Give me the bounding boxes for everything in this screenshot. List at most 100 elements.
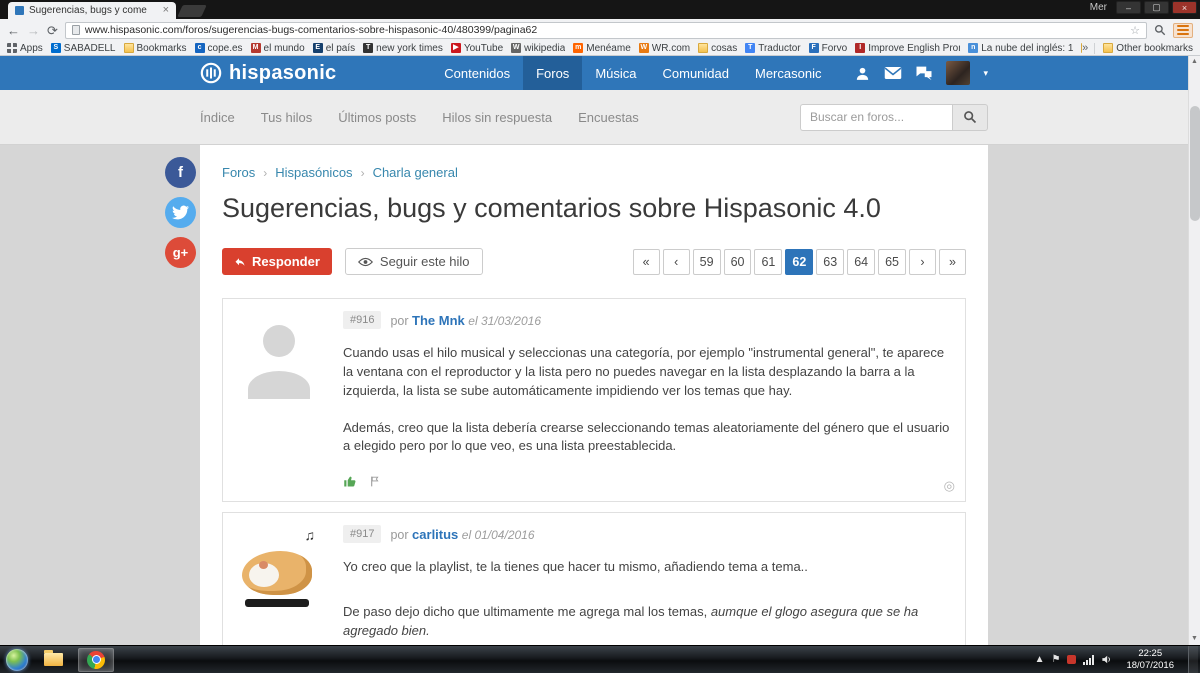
bookmark-sabadell[interactable]: SSABADELL xyxy=(51,43,116,54)
minimize-button[interactable]: – xyxy=(1116,1,1141,14)
page-title: Sugerencias, bugs y comentarios sobre Hi… xyxy=(222,193,966,224)
bookmark-el-mundo[interactable]: Mel mundo xyxy=(251,43,305,54)
pagination-61[interactable]: 61 xyxy=(754,249,782,275)
maximize-button[interactable]: ▢ xyxy=(1144,1,1169,14)
hidden-icons-button[interactable]: ▲ xyxy=(1035,655,1045,665)
like-button[interactable] xyxy=(343,474,358,489)
bookmark-la-nube-del-inglés-11[interactable]: nLa nube del inglés: 11 xyxy=(968,43,1073,54)
bookmark-youtube[interactable]: ▶YouTube xyxy=(451,43,503,54)
pagination-[interactable]: » xyxy=(939,249,966,275)
chevron-down-icon[interactable]: ▾ xyxy=(983,68,988,79)
pagination-64[interactable]: 64 xyxy=(847,249,875,275)
report-flag-button[interactable] xyxy=(369,475,382,488)
avatar-image[interactable]: ♫ xyxy=(235,525,323,613)
show-desktop-button[interactable] xyxy=(1188,646,1198,673)
new-tab-button[interactable] xyxy=(177,5,207,17)
pagination-[interactable]: ‹ xyxy=(663,249,690,275)
zoom-indicator-icon[interactable] xyxy=(1154,24,1166,36)
user-add-icon[interactable] xyxy=(854,65,871,82)
tab-close-icon[interactable]: × xyxy=(163,5,169,16)
googleplus-share-button[interactable]: g+ xyxy=(165,237,196,268)
bookmark-cope-es[interactable]: ccope.es xyxy=(195,43,243,54)
bookmark-improve-english-pron[interactable]: IImprove English Pron: xyxy=(855,43,960,54)
scrollbar-thumb[interactable] xyxy=(1190,106,1200,221)
bookmark-menéame[interactable]: mMenéame xyxy=(573,43,630,54)
pagination-60[interactable]: 60 xyxy=(724,249,752,275)
forum-subnav: Índice Tus hilos Últimos posts Hilos sin re… xyxy=(0,90,1188,145)
pagination-62[interactable]: 62 xyxy=(785,249,813,275)
breadcrumb-charla-general[interactable]: Charla general xyxy=(373,165,458,180)
network-icon[interactable] xyxy=(1083,655,1094,665)
forum-nav-hilos-sin-respuesta[interactable]: Hilos sin respuesta xyxy=(442,110,552,125)
nav-comunidad[interactable]: Comunidad xyxy=(650,56,743,90)
taskbar-clock[interactable]: 22:25 18/07/2016 xyxy=(1119,648,1181,672)
page-icon xyxy=(72,25,80,35)
windows-taskbar: ▲ ⚑ 22:25 18/07/2016 xyxy=(0,645,1200,673)
scroll-up-arrow[interactable]: ▲ xyxy=(1191,56,1198,68)
chrome-menu-button[interactable] xyxy=(1173,23,1193,38)
search-input[interactable] xyxy=(800,104,952,131)
breadcrumb-foros[interactable]: Foros xyxy=(222,165,255,180)
nav-música[interactable]: Música xyxy=(582,56,649,90)
author-link[interactable]: The Mnk xyxy=(412,313,465,328)
forum-nav-índice[interactable]: Índice xyxy=(200,110,235,125)
forum-nav-últimos-posts[interactable]: Últimos posts xyxy=(338,110,416,125)
bookmark-apps[interactable]: Apps xyxy=(7,43,43,54)
bookmark-bookmarks[interactable]: Bookmarks xyxy=(124,43,187,54)
nav-mercasonic[interactable]: Mercasonic xyxy=(742,56,834,90)
pagination-65[interactable]: 65 xyxy=(878,249,906,275)
chrome-taskbar-icon[interactable] xyxy=(78,648,114,672)
forward-button[interactable]: → xyxy=(27,24,40,37)
back-button[interactable]: ← xyxy=(7,24,20,37)
url-text: www.hispasonic.com/foros/sugerencias-bug… xyxy=(85,24,1125,36)
twitter-share-button[interactable] xyxy=(165,197,196,228)
profile-badge[interactable]: Mer xyxy=(1090,2,1107,13)
forum-nav-tus-hilos[interactable]: Tus hilos xyxy=(261,110,313,125)
bookmark-wikipedia[interactable]: Wwikipedia xyxy=(511,43,565,54)
chat-icon[interactable] xyxy=(915,65,933,81)
explorer-taskbar-icon[interactable] xyxy=(35,648,71,672)
mail-icon[interactable] xyxy=(884,66,902,80)
bookmark-label: Improve English Pron: xyxy=(868,43,960,54)
pagination-63[interactable]: 63 xyxy=(816,249,844,275)
alert-tray-icon[interactable] xyxy=(1067,655,1076,664)
bookmark-el-país[interactable]: Eel país xyxy=(313,43,355,54)
nav-contenidos[interactable]: Contenidos xyxy=(431,56,523,90)
favicon-icon: T xyxy=(745,43,755,53)
bookmark-wr-com[interactable]: WWR.com xyxy=(639,43,690,54)
facebook-share-button[interactable]: f xyxy=(165,157,196,188)
start-button[interactable] xyxy=(6,649,28,671)
bookmark-forvo[interactable]: FForvo xyxy=(809,43,848,54)
site-header: hispasonic ContenidosForosMúsicaComunida… xyxy=(0,56,1188,90)
bookmark-traductor[interactable]: TTraductor xyxy=(745,43,800,54)
favicon-icon: I xyxy=(855,43,865,53)
other-bookmarks-button[interactable]: Other bookmarks xyxy=(1103,43,1193,54)
user-avatar[interactable] xyxy=(946,61,970,85)
bookmark-star-icon[interactable]: ☆ xyxy=(1130,24,1140,37)
nav-foros[interactable]: Foros xyxy=(523,56,582,90)
follow-thread-button[interactable]: Seguir este hilo xyxy=(345,248,483,275)
close-button[interactable]: × xyxy=(1172,1,1197,14)
address-bar[interactable]: www.hispasonic.com/foros/sugerencias-bug… xyxy=(65,22,1147,39)
author-link[interactable]: carlitus xyxy=(412,527,458,542)
pagination-59[interactable]: 59 xyxy=(693,249,721,275)
pagination-[interactable]: › xyxy=(909,249,936,275)
reply-button[interactable]: Responder xyxy=(222,248,332,275)
hispasonic-logo[interactable]: hispasonic xyxy=(200,62,336,85)
avatar-placeholder[interactable] xyxy=(235,311,323,399)
browser-tab[interactable]: Sugerencias, bugs y come × xyxy=(8,2,176,19)
page-scrollbar[interactable]: ▲ ▼ xyxy=(1188,56,1200,645)
permalink-icon[interactable]: ◎ xyxy=(944,478,955,494)
reload-button[interactable]: ⟳ xyxy=(47,24,58,37)
bookmark-cosas[interactable]: cosas xyxy=(698,43,737,54)
forum-nav-encuestas[interactable]: Encuestas xyxy=(578,110,639,125)
scroll-down-arrow[interactable]: ▼ xyxy=(1191,633,1198,645)
bookmark-label: wikipedia xyxy=(524,43,565,54)
flag-tray-icon[interactable]: ⚑ xyxy=(1051,655,1060,665)
breadcrumb-hispasónicos[interactable]: Hispasónicos xyxy=(275,165,352,180)
bookmark-new-york-times[interactable]: Tnew york times xyxy=(363,43,443,54)
volume-icon[interactable] xyxy=(1101,654,1112,665)
search-button[interactable] xyxy=(952,104,988,131)
pagination-[interactable]: « xyxy=(633,249,660,275)
bookmarks-overflow-button[interactable]: » xyxy=(1082,42,1094,54)
